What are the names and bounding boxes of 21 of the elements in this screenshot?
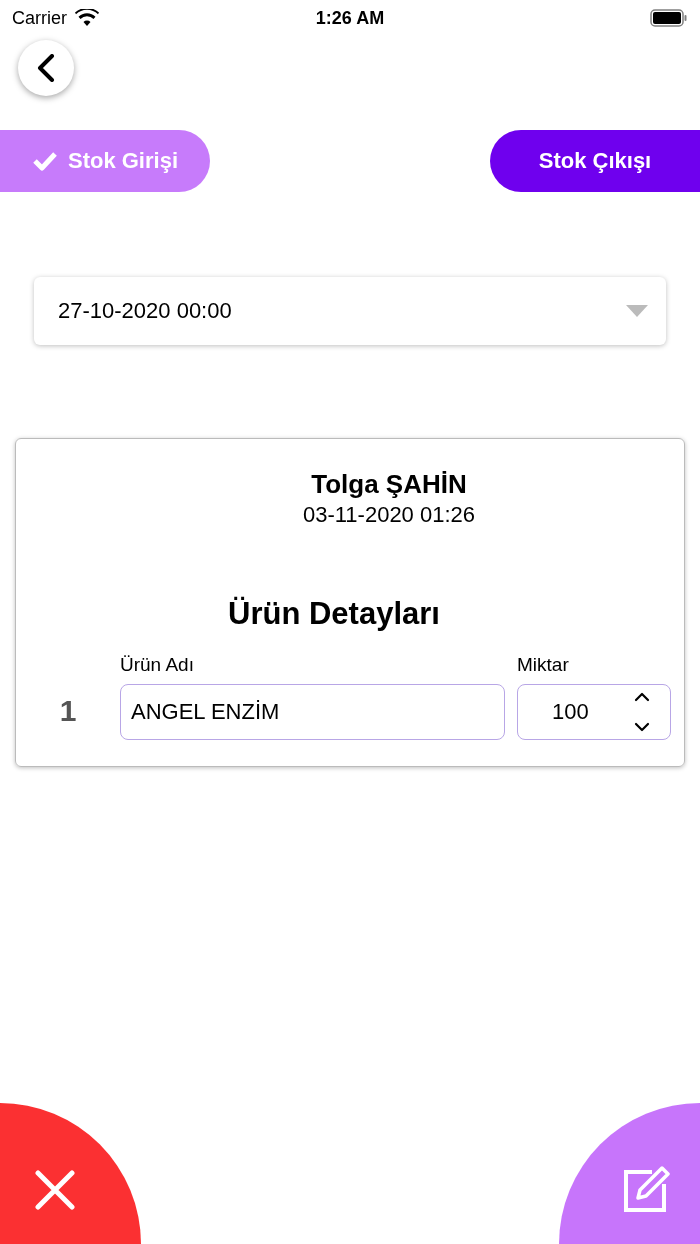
date-dropdown[interactable]: 27-10-2020 00:00 [34, 277, 666, 345]
quantity-field[interactable]: 100 [517, 684, 671, 740]
stock-tab[interactable]: Stok Çıkışı [490, 130, 700, 192]
field-label: Ürün Adı [120, 654, 195, 676]
record-date: 03-11-2020 01:26 [302, 502, 476, 528]
edit-icon [621, 1165, 670, 1214]
field-label: Miktar [517, 654, 570, 676]
close-icon [34, 1169, 75, 1210]
status-time: 1:26 AM [315, 7, 385, 29]
dropdown-caret-icon [626, 305, 648, 317]
product-name-field[interactable]: ANGEL ENZİM [120, 684, 505, 740]
back-icon [36, 54, 56, 82]
check-icon [31, 151, 58, 171]
row-number: 1 [58, 694, 78, 729]
wifi-icon [75, 9, 99, 27]
battery-icon [650, 9, 688, 27]
user-name: Tolga ŞAHİN [311, 469, 467, 500]
back-button[interactable] [18, 40, 74, 96]
stepper-icon [634, 692, 650, 732]
carrier-label: Carrier [12, 7, 67, 29]
section-heading: Ürün Detayları [228, 596, 440, 632]
